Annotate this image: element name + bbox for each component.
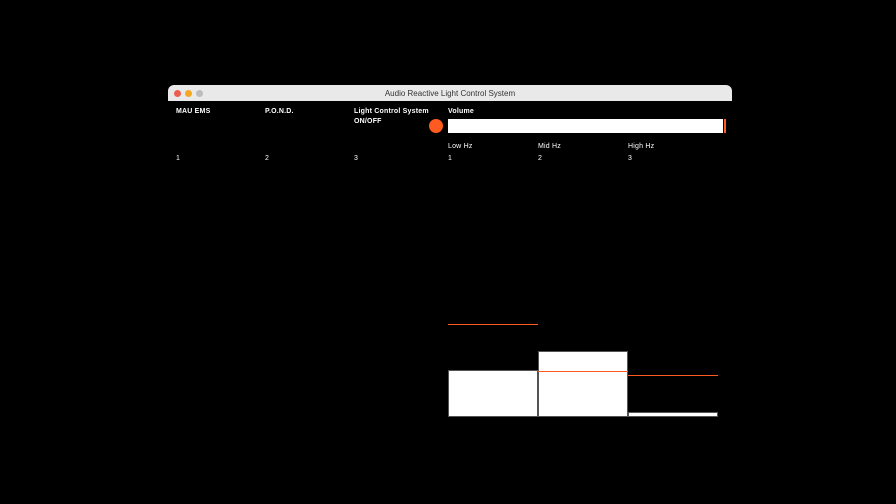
freq-high-val: 3	[628, 155, 632, 162]
label-mid-hz: Mid Hz	[538, 143, 561, 150]
onoff-toggle[interactable]	[429, 119, 443, 133]
header-lcs-line2: ON/OFF	[354, 118, 382, 125]
content-area: MAU EMS P.O.N.D. Light Control System ON…	[168, 101, 732, 417]
titlebar[interactable]: Audio Reactive Light Control System	[168, 85, 732, 101]
viz-bar-high	[628, 412, 718, 417]
volume-slider[interactable]	[448, 119, 723, 133]
app-window: Audio Reactive Light Control System MAU …	[168, 85, 732, 417]
label-low-hz: Low Hz	[448, 143, 473, 150]
label-high-hz: High Hz	[628, 143, 654, 150]
cell-2: 2	[265, 155, 269, 162]
header-lcs-line1: Light Control System	[354, 108, 429, 115]
viz-bar-mid	[538, 351, 628, 417]
viz-bar-low	[448, 370, 538, 417]
window-title: Audio Reactive Light Control System	[168, 89, 732, 98]
viz-marker-high	[628, 375, 718, 376]
cell-1: 1	[176, 155, 180, 162]
header-pond: P.O.N.D.	[265, 108, 294, 115]
viz-marker-mid	[538, 371, 628, 372]
cell-3: 3	[354, 155, 358, 162]
viz-marker-low	[448, 324, 538, 325]
freq-mid-val: 2	[538, 155, 542, 162]
freq-low-val: 1	[448, 155, 452, 162]
header-volume: Volume	[448, 108, 474, 115]
header-mauems: MAU EMS	[176, 108, 210, 115]
